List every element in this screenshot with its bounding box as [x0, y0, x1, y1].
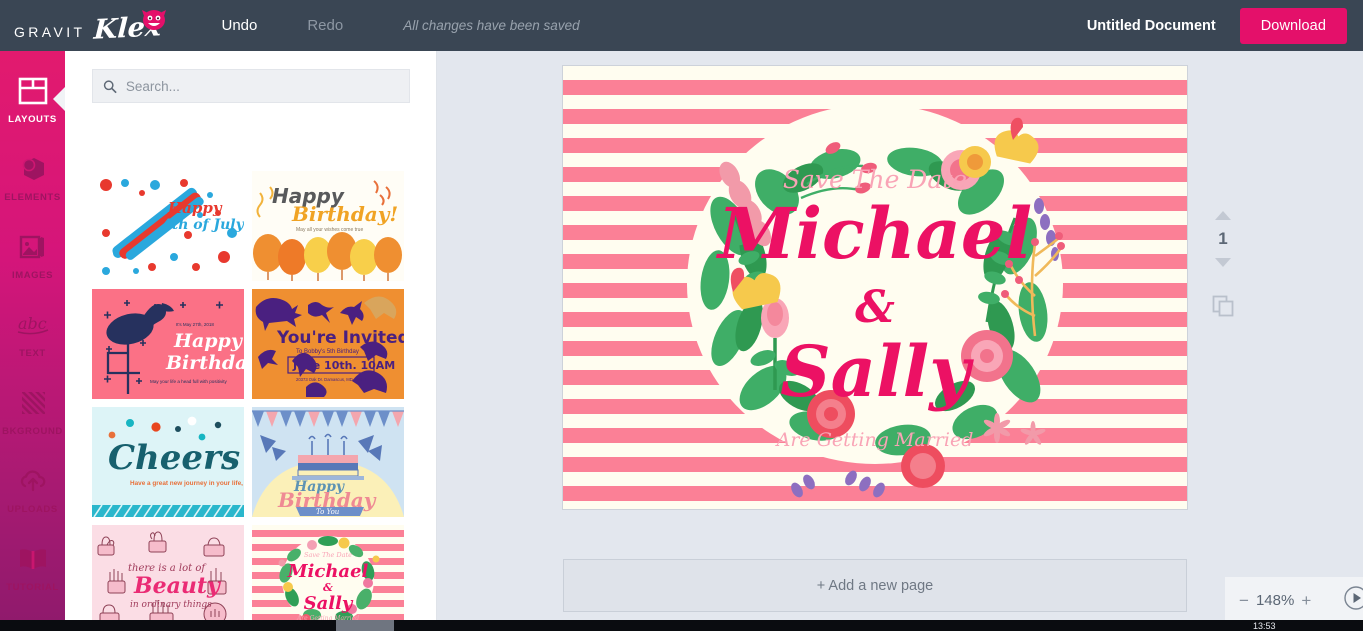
- duplicate-page-icon[interactable]: [1212, 295, 1234, 322]
- sidebar-label-layouts: LAYOUTS: [8, 113, 57, 125]
- images-icon: [17, 230, 49, 264]
- template-card-happy-birthday-cake[interactable]: Happy Birthday To You: [252, 407, 404, 517]
- search-box[interactable]: [92, 69, 410, 103]
- zoom-in-button[interactable]: +: [1301, 591, 1311, 611]
- sidebar-item-bkground[interactable]: BKGROUND: [0, 372, 65, 450]
- undo-button[interactable]: Undo: [215, 13, 263, 38]
- template-subtitle: May all your wishes come true: [296, 227, 363, 233]
- template-subtitle: Save The Date: [304, 551, 352, 559]
- template-card-cheers-card[interactable]: Cheers Have a great new journey in your …: [92, 407, 244, 517]
- sidebar-item-uploads[interactable]: UPLOADS: [0, 450, 65, 528]
- template-thumbnail-grid: Happy 4th of July Happy Birthday! May al…: [65, 163, 437, 631]
- template-title-line1: Happy: [173, 330, 244, 352]
- document-title[interactable]: Untitled Document: [1087, 18, 1216, 34]
- sidebar-label-uploads: UPLOADS: [7, 503, 58, 515]
- canvas-name-two[interactable]: Sally: [780, 330, 974, 413]
- save-the-date-design: Save The Date Michael & Sally Are Gettin…: [563, 66, 1187, 509]
- zoom-out-button[interactable]: −: [1239, 591, 1249, 611]
- canvas-name-one[interactable]: Michael: [716, 192, 1032, 275]
- template-title-line2: Birthday!: [291, 202, 398, 226]
- canvas-save-the-date[interactable]: Save The Date: [783, 165, 967, 194]
- taskbar-clock: 13:53: [1253, 621, 1276, 631]
- brand-logo[interactable]: GRAVIT Klex: [14, 10, 167, 46]
- template-card-flamingo-happy-birthday[interactable]: It's May 27th, 2018 Happy Birthday May y…: [92, 289, 244, 399]
- sidebar-label-tutorial: TUTORIAL: [6, 581, 59, 593]
- zoom-toolbar: − 148% +: [1225, 577, 1363, 624]
- search-icon: [103, 79, 117, 93]
- template-card-michael-and-sally-save-the-date[interactable]: Save The Date Michael & Sally Are Gettin…: [252, 525, 404, 631]
- template-title-line1: Happy: [167, 199, 223, 217]
- canvas-page[interactable]: Save The Date Michael & Sally Are Gettin…: [563, 66, 1187, 509]
- header-actions: Undo Redo: [215, 13, 349, 38]
- taskbar-window-button[interactable]: [336, 620, 394, 631]
- cloud-upload-icon: [17, 464, 49, 498]
- elements-icon: [18, 152, 48, 186]
- redo-button[interactable]: Redo: [301, 13, 349, 38]
- page-number: 1: [1218, 229, 1228, 248]
- template-subtitle: Have a great new journey in your life, m…: [130, 480, 244, 487]
- layouts-icon: [18, 74, 48, 108]
- sidebar-item-text[interactable]: abc TEXT: [0, 294, 65, 372]
- hatch-pattern-icon: [18, 386, 48, 420]
- template-subtitle: in ordinary things: [130, 600, 212, 610]
- app-header: GRAVIT Klex Undo Redo All changes have b…: [0, 0, 1363, 51]
- sidebar-item-tutorial[interactable]: TUTORIAL: [0, 528, 65, 606]
- template-address: 20373 Oak Dr. Damascus, MD, 20872: [296, 377, 367, 382]
- template-date: It's May 27th, 2018: [176, 322, 214, 327]
- header-right-group: Untitled Document Download: [1087, 7, 1363, 44]
- svg-text:abc: abc: [18, 314, 47, 333]
- template-title-line3: Sally: [304, 593, 354, 614]
- template-card-dinosaur-youre-invited[interactable]: You're Invited! To Bobby's 5th Birthday …: [252, 289, 404, 399]
- template-title-line1: Cheers: [108, 438, 240, 478]
- search-section: [65, 51, 437, 103]
- sidebar-label-bkground: BKGROUND: [2, 425, 63, 437]
- template-card-happy-birthday-balloons[interactable]: Happy Birthday! May all your wishes come…: [252, 171, 404, 281]
- left-tool-rail: LAYOUTS ELEMENTS IMAGES abc TEXT BKGROUN…: [0, 51, 66, 631]
- os-taskbar: [0, 620, 1363, 631]
- canvas-area: Save The Date Michael & Sally Are Gettin…: [437, 51, 1363, 631]
- template-subtitle: To You: [316, 508, 340, 516]
- page-up-button[interactable]: [1215, 211, 1231, 220]
- play-circle-icon[interactable]: [1343, 585, 1363, 616]
- template-subtitle: To Bobby's 5th Birthday: [296, 349, 359, 355]
- sidebar-item-images[interactable]: IMAGES: [0, 216, 65, 294]
- template-title-line1: You're Invited!: [276, 328, 404, 348]
- template-card-cactus-beauty-quote[interactable]: there is a lot of Beauty in ordinary thi…: [92, 525, 244, 631]
- gravit-klex-app: GRAVIT Klex Undo Redo All changes have b…: [0, 0, 1363, 631]
- mascot-icon: [142, 10, 167, 30]
- page-controls: 1: [1203, 211, 1243, 322]
- template-title-line2: Birthday: [165, 352, 244, 374]
- zoom-level: 148%: [1255, 592, 1295, 609]
- template-title-line2: 4th of July: [162, 217, 244, 233]
- template-title-line1: Michael: [287, 561, 369, 582]
- layouts-panel: Happy 4th of July: [65, 51, 499, 631]
- page-down-button[interactable]: [1215, 258, 1231, 267]
- sidebar-item-elements[interactable]: ELEMENTS: [0, 138, 65, 216]
- template-card-happy-4th-of-july[interactable]: Happy 4th of July: [92, 171, 244, 281]
- template-subtitle: May your life a head full with positivit…: [150, 379, 228, 384]
- open-book-icon: [17, 542, 49, 576]
- sidebar-label-elements: ELEMENTS: [4, 191, 61, 203]
- brand-name: GRAVIT: [14, 24, 86, 40]
- sidebar-label-text: TEXT: [19, 347, 46, 359]
- sidebar-label-images: IMAGES: [11, 269, 54, 281]
- canvas-ampersand[interactable]: &: [855, 282, 895, 333]
- search-input[interactable]: [125, 78, 399, 94]
- sidebar-item-layouts[interactable]: LAYOUTS: [0, 60, 66, 138]
- add-new-page-button[interactable]: + Add a new page: [563, 559, 1187, 612]
- download-button[interactable]: Download: [1239, 7, 1347, 44]
- save-status-text: All changes have been saved: [403, 18, 580, 33]
- text-abc-icon: abc: [15, 308, 51, 342]
- canvas-getting-married[interactable]: Are Getting Married: [775, 429, 974, 451]
- template-title-line2: Beauty: [133, 573, 222, 599]
- template-title-line2: June 10th. 10AM: [292, 359, 395, 372]
